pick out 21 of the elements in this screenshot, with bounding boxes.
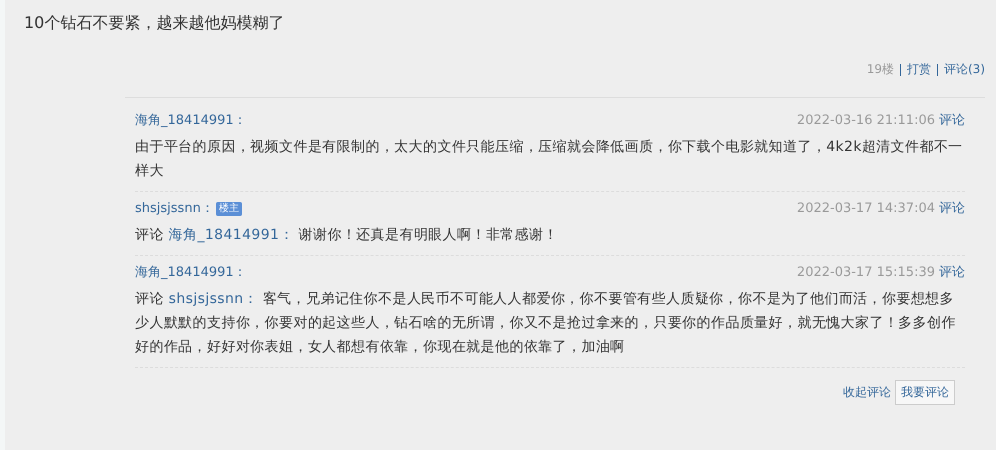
mention-link[interactable]: 海角_18414991： [168, 227, 294, 243]
reply-link[interactable]: 评论 [939, 111, 965, 131]
write-comment-button[interactable]: 我要评论 [895, 380, 955, 405]
owner-badge: 楼主 [216, 202, 242, 216]
reply-text: 评论 shsjsjssnn： 客气，兄弟记住你不是人民币不可能人人都爱你，你不要管有些人质疑你，你不是为了他们而活，你要想想多少人默默的支持你，你要对的起这些人，钻石啥的无所谓，你又不是抢过拿来的，只要你的作品质量好，就无愧大家了！多多创作好的作品，好好对你表姐，女人都想有依靠，你现在就是他的依靠了，加油啊 [135, 290, 957, 357]
mention-link[interactable]: shsjsjssnn： [168, 291, 258, 307]
reply-link[interactable]: 评论 [939, 263, 965, 283]
floor-number: 19楼 [866, 61, 894, 78]
reply-time: 2022-03-17 14:37:04 [796, 200, 935, 218]
reply-text: 评论 海角_18414991： 谢谢你！还真是有明眼人啊！非常感谢！ [135, 226, 559, 245]
reply-time: 2022-03-17 15:15:39 [796, 264, 935, 282]
post-text: 10个钻石不要紧，越来越他妈模糊了 [24, 12, 286, 34]
collapse-link[interactable]: 收起评论 [843, 384, 891, 401]
author-link[interactable]: 海角_18414991： [135, 111, 247, 131]
reward-link[interactable]: 打赏 [907, 61, 931, 78]
reply-text: 由于平台的原因，视频文件是有限制的，太大的文件只能压缩，压缩就会降低画质，你下载个电影就知道了，4k2k超清文件都不一样大 [135, 138, 964, 181]
reply-time: 2022-03-16 21:11:06 [796, 112, 935, 130]
comments-link[interactable]: 评论(3) [944, 61, 985, 78]
reply-link[interactable]: 评论 [939, 199, 965, 219]
author-link[interactable]: shsjsjssnn： [135, 199, 214, 219]
author-link[interactable]: 海角_18414991： [135, 263, 247, 283]
